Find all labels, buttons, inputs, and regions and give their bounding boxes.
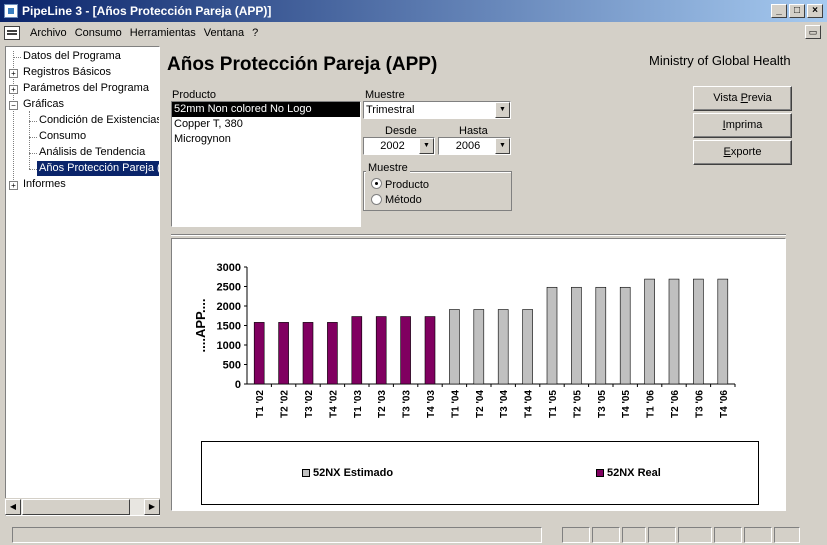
producto-list[interactable]: 52mm Non colored No Logo Copper T, 380 M… [171, 101, 361, 227]
dropdown-arrow-icon[interactable]: ▼ [419, 138, 434, 154]
status-panel [714, 527, 742, 543]
page-title: Años Protección Pareja (APP) [167, 54, 438, 75]
status-panel [774, 527, 800, 543]
maximize-button[interactable]: □ [789, 4, 805, 18]
expand-icon[interactable]: + [9, 69, 18, 78]
desde-value: 2002 [380, 140, 405, 152]
desde-label: Desde [385, 125, 417, 137]
scroll-right-icon[interactable]: ▶ [144, 499, 160, 515]
menu-archivo[interactable]: Archivo [26, 27, 71, 39]
muestre-label: Muestre [365, 89, 405, 101]
menu-ventana[interactable]: Ventana [200, 27, 248, 39]
muestre-select[interactable]: Trimestral ▼ [363, 101, 511, 119]
menu-consumo[interactable]: Consumo [71, 27, 126, 39]
hasta-value: 2006 [455, 140, 481, 152]
status-panel [592, 527, 620, 543]
legend-estimado: 52NX Estimado [302, 467, 393, 479]
status-panel [744, 527, 772, 543]
muestre-group-label: Muestre [366, 162, 410, 174]
dropdown-arrow-icon[interactable]: ▼ [495, 102, 510, 118]
tree-item-anos[interactable]: Años Protección Pareja (APP) [37, 161, 159, 176]
ministry-label: Ministry of Global Health [649, 53, 791, 68]
legend-real: 52NX Real [596, 467, 661, 479]
list-item[interactable]: 52mm Non colored No Logo [172, 102, 360, 117]
radio-metodo[interactable] [371, 194, 382, 205]
tree-item-condicion[interactable]: Condición de Existencias [39, 113, 159, 128]
status-panel [12, 527, 542, 543]
chart-legend: 52NX Estimado 52NX Real [201, 441, 759, 505]
radio-metodo-label: Método [385, 194, 422, 206]
status-panel [622, 527, 646, 543]
app-icon [4, 4, 18, 18]
tree-item-registros[interactable]: Registros Básicos [23, 65, 111, 80]
document-icon[interactable] [4, 26, 20, 40]
scroll-thumb[interactable] [22, 499, 130, 515]
list-item[interactable]: Copper T, 380 [172, 117, 360, 132]
tree-item-analisis[interactable]: Análisis de Tendencia [39, 145, 145, 160]
expand-icon[interactable]: + [9, 181, 18, 190]
window-title: PipeLine 3 - [Años Protección Pareja (AP… [22, 4, 272, 18]
tree-item-parametros[interactable]: Parámetros del Programa [23, 81, 149, 96]
muestre-value: Trimestral [366, 104, 415, 116]
menu-bar: Archivo Consumo Herramientas Ventana ? ▭ [0, 22, 827, 44]
tree-item-consumo[interactable]: Consumo [39, 129, 86, 144]
hasta-select[interactable]: 2006 ▼ [438, 137, 511, 155]
tree-item-informes[interactable]: Informes [23, 177, 66, 192]
desde-select[interactable]: 2002 ▼ [363, 137, 435, 155]
collapse-icon[interactable]: − [9, 101, 18, 110]
status-panel [678, 527, 712, 543]
expand-icon[interactable]: + [9, 85, 18, 94]
tree-horizontal-scrollbar[interactable]: ◀ ▶ [5, 498, 160, 515]
hasta-label: Hasta [459, 125, 488, 137]
tree-item-graficas[interactable]: Gráficas [23, 97, 64, 112]
menu-help[interactable]: ? [248, 27, 262, 39]
dropdown-arrow-icon[interactable]: ▼ [495, 138, 510, 154]
radio-producto[interactable] [371, 178, 382, 189]
status-panel [648, 527, 676, 543]
radio-producto-label: Producto [385, 179, 430, 191]
minimize-button[interactable]: _ [771, 4, 787, 18]
exporte-button[interactable]: Exporte [693, 140, 792, 165]
status-panel [562, 527, 590, 543]
status-bar [0, 525, 827, 545]
restore-icon[interactable]: ▭ [805, 25, 821, 39]
divider [171, 234, 786, 236]
list-item[interactable]: Microgynon [172, 132, 360, 147]
legend-swatch [596, 469, 604, 477]
close-button[interactable]: × [807, 4, 823, 18]
imprima-button[interactable]: Imprima [693, 113, 792, 138]
menu-herramientas[interactable]: Herramientas [126, 27, 200, 39]
legend-swatch [302, 469, 310, 477]
tree-item-datos[interactable]: Datos del Programa [23, 49, 121, 64]
title-bar: PipeLine 3 - [Años Protección Pareja (AP… [0, 0, 827, 22]
producto-label: Producto [172, 89, 217, 101]
navigation-tree: Datos del Programa + Registros Básicos +… [5, 46, 160, 516]
scroll-left-icon[interactable]: ◀ [5, 499, 21, 515]
vista-previa-button[interactable]: Vista Previa [693, 86, 792, 111]
